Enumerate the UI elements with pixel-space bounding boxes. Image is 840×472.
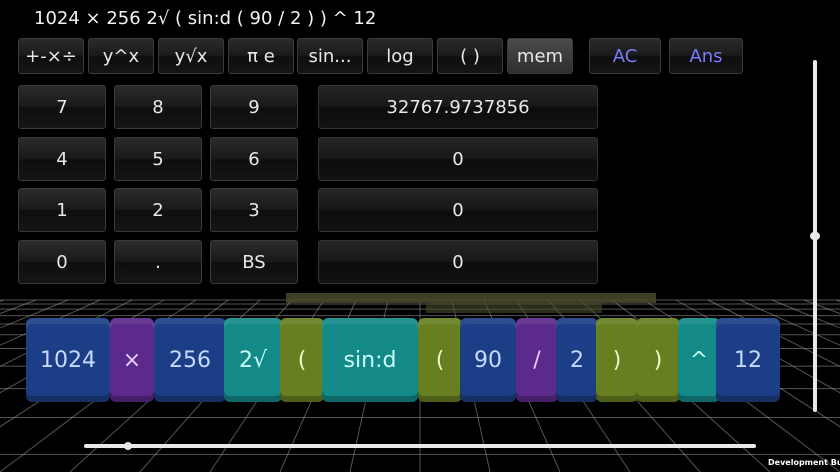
key-0[interactable]: 0	[18, 240, 106, 284]
tab-power[interactable]: y^x	[88, 38, 154, 74]
token-90[interactable]: 90	[460, 318, 516, 402]
key-9[interactable]: 9	[210, 85, 298, 129]
memory-slot-3[interactable]: 0	[318, 188, 598, 232]
tab-parentheses[interactable]: ( )	[437, 38, 503, 74]
tab-basic-ops[interactable]: +-×÷	[18, 38, 84, 74]
key-3[interactable]: 3	[210, 188, 298, 232]
key-5[interactable]: 5	[114, 137, 202, 181]
token-open-paren-1[interactable]: (	[280, 318, 324, 402]
expression-display: 1024 × 256 2√ ( sin:d ( 90 / 2 ) ) ^ 12	[34, 8, 377, 29]
token-sin-deg[interactable]: sin:d	[322, 318, 418, 402]
development-build-label: Development Build	[768, 458, 840, 467]
tab-root[interactable]: y√x	[158, 38, 224, 74]
tab-log[interactable]: log	[367, 38, 433, 74]
key-6[interactable]: 6	[210, 137, 298, 181]
key-decimal[interactable]: .	[114, 240, 202, 284]
token-2[interactable]: 2	[556, 318, 598, 402]
token-shelf-back	[286, 293, 656, 303]
token-256[interactable]: 256	[154, 318, 226, 402]
token-sqrt2[interactable]: 2√	[224, 318, 282, 402]
token-close-paren-1[interactable]: )	[596, 318, 638, 402]
key-1[interactable]: 1	[18, 188, 106, 232]
horizontal-scrollbar[interactable]	[84, 444, 756, 448]
key-4[interactable]: 4	[18, 137, 106, 181]
token-1024[interactable]: 1024	[26, 318, 110, 402]
tab-constants[interactable]: π e	[228, 38, 294, 74]
key-8[interactable]: 8	[114, 85, 202, 129]
token-multiply[interactable]: ×	[110, 318, 154, 402]
token-open-paren-2[interactable]: (	[418, 318, 462, 402]
key-backspace[interactable]: BS	[210, 240, 298, 284]
horizontal-scroll-handle[interactable]	[124, 442, 132, 450]
token-close-paren-2[interactable]: )	[636, 318, 680, 402]
key-2[interactable]: 2	[114, 188, 202, 232]
memory-slot-4[interactable]: 0	[318, 240, 598, 284]
vertical-scroll-handle[interactable]	[810, 232, 820, 240]
all-clear-button[interactable]: AC	[589, 38, 661, 74]
tab-memory[interactable]: mem	[507, 38, 573, 74]
token-shelf-front	[426, 303, 602, 313]
answer-button[interactable]: Ans	[669, 38, 743, 74]
key-7[interactable]: 7	[18, 85, 106, 129]
token-divide[interactable]: /	[516, 318, 558, 402]
token-power[interactable]: ^	[678, 318, 720, 402]
memory-slot-2[interactable]: 0	[318, 137, 598, 181]
token-12[interactable]: 12	[716, 318, 780, 402]
memory-slot-1[interactable]: 32767.9737856	[318, 85, 598, 129]
tab-trig[interactable]: sin...	[297, 38, 363, 74]
